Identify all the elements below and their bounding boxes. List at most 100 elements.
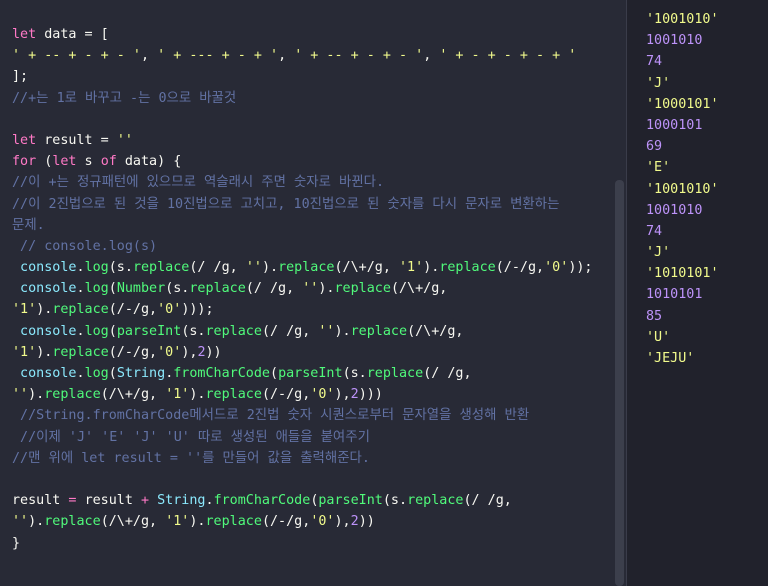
code-token: (/ /g, [261,323,319,339]
code-token: data = [ [36,27,109,42]
code-token: 2 [197,344,206,360]
console-line: '1010101' [646,266,719,282]
code-token: ). [36,344,53,360]
scrollbar-thumb[interactable] [615,180,624,586]
console-line: 'U' [646,329,671,345]
code-token: '0' [310,514,335,530]
code-token: 문제. [12,217,45,233]
code-line[interactable]: '1').replace(/-/g,'0'),2)) [12,342,605,363]
code-line[interactable]: let result = '' [12,130,605,151]
code-line[interactable]: //이제 'J' 'E' 'J' 'U' 따로 생성된 애들을 붙여주기 [12,427,605,448]
code-line[interactable]: } [12,533,605,554]
code-token: replace [44,387,101,403]
code-line[interactable]: //맨 위에 let result = ''를 만들어 값을 출력해준다. [12,448,605,469]
code-line[interactable]: //이 2진법으로 된 것을 10진법으로 고치고, 10진법으로 된 숫자를 … [12,194,605,215]
code-token: . [76,366,85,381]
code-token: replace [334,281,391,297]
code-token: ). [36,302,53,318]
code-token: parseInt [278,366,343,381]
code-lines[interactable]: let data = [' + -- + - + - ', ' + --- + … [12,24,605,554]
code-token: . [205,493,214,509]
console-line: 'J' [646,245,671,261]
code-token: Number [116,281,166,297]
code-line[interactable]: '').replace(/\+/g, '1').replace(/-/g,'0'… [12,511,605,532]
code-token: '1' [165,514,190,530]
code-token: log [84,260,109,276]
code-token: String [116,366,166,381]
console-line: 1010101 [646,287,703,303]
editor-scrollbar[interactable] [613,0,626,586]
code-line[interactable]: ]; [12,66,605,87]
code-token: ). [261,260,279,276]
code-line[interactable]: //String.fromCharCode메서드로 2진법 숫자 시퀀스로부터 … [12,405,605,426]
code-token: replace [350,323,408,339]
code-line[interactable] [12,469,605,490]
code-token: (s. [108,260,133,276]
code-token: console [12,366,77,381]
code-line[interactable]: //이 +는 정규패턴에 있으므로 역슬래시 주면 숫자로 바뀐다. [12,172,605,193]
code-token: '' [12,387,29,403]
code-token: (/\+/g, [390,281,448,297]
code-token: console [12,260,77,276]
code-token: replace [205,323,262,339]
code-token: . [76,260,85,276]
code-token: '' [245,260,262,276]
code-line[interactable]: console.log(String.fromCharCode(parseInt… [12,363,605,384]
code-token: log [84,281,109,297]
code-editor[interactable]: let data = [' + -- + - + - ', ' + --- + … [0,0,613,586]
code-token: ). [189,387,206,403]
code-token: result [84,493,133,509]
code-token: replace [44,514,101,530]
code-token: ' + -- + - + - ' [294,48,424,64]
code-token: )) [205,344,222,360]
code-token: log [84,366,109,381]
console-line: 74 [646,54,663,70]
code-token: + [132,493,158,509]
code-line[interactable]: // console.log(s) [12,236,605,257]
code-line[interactable]: result = result + String.fromCharCode(pa… [12,490,605,511]
code-token: '' [116,132,133,148]
code-token: (/\+/g, [334,260,399,276]
code-token: //이 +는 정규패턴에 있으므로 역슬래시 주면 숫자로 바뀐다. [12,175,385,191]
console-line: 1000101 [646,117,703,133]
code-token: (/\+/g, [407,323,464,339]
code-line[interactable]: //+는 1로 바꾸고 -는 0으로 바꿀것 [12,88,605,109]
code-token: //이 2진법으로 된 것을 10진법으로 고치고, 10진법으로 된 숫자를 … [12,196,560,212]
code-token: (s. [181,323,206,339]
code-line[interactable]: console.log(Number(s.replace(/ /g, '').r… [12,278,605,299]
code-line[interactable]: ' + -- + - + - ', ' + --- + - + ', ' + -… [12,45,605,66]
code-token: of [100,154,117,170]
code-line[interactable] [12,109,605,130]
code-token: replace [189,281,246,297]
code-token: (/-/g, [108,344,158,360]
code-token: replace [205,514,262,530]
code-token: ]; [12,69,29,85]
code-token: '1' [165,387,190,403]
code-token: (/\+/g, [100,514,166,530]
code-token: ' + -- + - + - ' [12,48,141,64]
console-line: 85 [646,308,663,324]
code-line[interactable]: let data = [ [12,24,605,45]
code-token: replace [205,387,262,403]
code-token: ( [270,366,279,381]
code-token: // console.log(s) [12,238,158,254]
code-line[interactable]: 문제. [12,215,605,236]
code-line[interactable]: console.log(s.replace(/ /g, '').replace(… [12,257,605,278]
code-token: ). [28,387,45,403]
code-token: ' + --- + - + ' [157,48,279,64]
code-token: ( [36,154,53,170]
code-token: fromCharCode [173,366,270,381]
console-line: '1001010' [646,181,719,197]
console-line: '1001010' [646,12,719,27]
code-line[interactable]: console.log(parseInt(s.replace(/ /g, '')… [12,321,605,342]
code-line[interactable]: '1').replace(/-/g,'0'))); [12,299,605,320]
code-token: , [278,48,295,64]
console-line: '1000101' [646,96,719,112]
code-line[interactable]: for (let s of data) { [12,151,605,172]
code-token: ( [108,366,117,381]
code-token: let [52,154,77,170]
code-line[interactable]: '').replace(/\+/g, '1').replace(/-/g,'0'… [12,384,605,405]
code-token: '' [302,281,319,297]
code-token: ), [334,387,351,403]
code-token: replace [52,302,109,318]
